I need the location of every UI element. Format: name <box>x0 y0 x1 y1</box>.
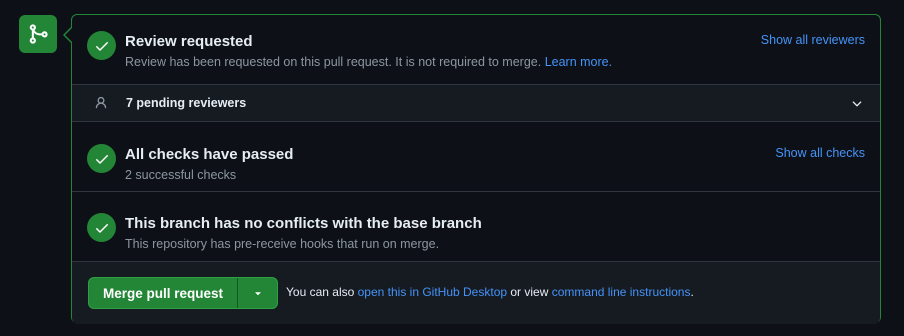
git-merge-icon <box>19 15 57 53</box>
merge-options-dropdown[interactable] <box>237 278 277 308</box>
show-all-reviewers-link[interactable]: Show all reviewers <box>761 33 865 47</box>
check-icon <box>87 31 116 60</box>
learn-more-link[interactable]: Learn more. <box>545 55 612 69</box>
conflicts-title: This branch has no conflicts with the ba… <box>125 215 482 232</box>
review-title: Review requested <box>125 33 253 50</box>
chevron-down-icon[interactable] <box>850 97 864 111</box>
show-all-checks-link[interactable]: Show all checks <box>775 146 865 160</box>
checks-title: All checks have passed <box>125 146 294 163</box>
merge-suffix-text: . <box>690 285 694 299</box>
merge-pull-request-button[interactable]: Merge pull request <box>89 278 237 308</box>
merge-prefix-text: You can also <box>286 285 358 299</box>
merge-button-group: Merge pull request <box>88 277 278 309</box>
review-description: Review has been requested on this pull r… <box>125 55 612 69</box>
pending-reviewers-label: 7 pending reviewers <box>126 96 247 110</box>
conflicts-section: This branch has no conflicts with the ba… <box>72 192 880 262</box>
github-desktop-link[interactable]: open this in GitHub Desktop <box>358 285 507 299</box>
check-icon <box>87 144 116 173</box>
checks-section: All checks have passed 2 successful chec… <box>72 122 880 192</box>
command-line-instructions-link[interactable]: command line instructions <box>552 285 691 299</box>
merge-section: Merge pull request You can also open thi… <box>72 262 880 324</box>
conflicts-description: This repository has pre-receive hooks th… <box>125 237 440 251</box>
merge-status-box: Review requested Review has been request… <box>71 14 881 324</box>
pending-reviewers-row[interactable]: 7 pending reviewers <box>72 85 880 122</box>
person-icon <box>95 96 107 109</box>
merge-alternatives-text: You can also open this in GitHub Desktop… <box>286 285 694 299</box>
box-pointer-inner <box>65 28 72 42</box>
merge-middle-text: or view <box>507 285 552 299</box>
check-icon <box>87 213 116 242</box>
review-description-text: Review has been requested on this pull r… <box>125 55 542 69</box>
review-section: Review requested Review has been request… <box>72 15 880 85</box>
checks-description: 2 successful checks <box>125 168 237 182</box>
triangle-down-icon <box>254 292 261 296</box>
